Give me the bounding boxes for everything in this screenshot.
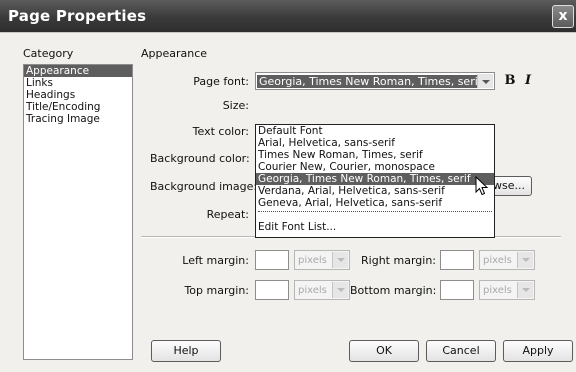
category-heading: Category bbox=[23, 47, 74, 60]
ok-button[interactable]: OK bbox=[349, 340, 419, 362]
right-margin-label: Right margin: bbox=[361, 254, 436, 267]
italic-button[interactable]: I bbox=[520, 73, 536, 89]
size-label: Size: bbox=[222, 99, 249, 112]
page-properties-dialog: Page Properties x Category Appearance Ap… bbox=[0, 0, 576, 372]
left-margin-units[interactable]: pixels bbox=[294, 250, 350, 270]
category-item-title-encoding[interactable]: Title/Encoding bbox=[24, 101, 132, 113]
top-margin-label: Top margin: bbox=[184, 284, 249, 297]
right-margin-input[interactable] bbox=[440, 250, 474, 270]
font-option[interactable]: Geneva, Arial, Helvetica, sans-serif bbox=[256, 197, 494, 209]
font-option[interactable]: Arial, Helvetica, sans-serif bbox=[256, 137, 494, 149]
left-margin-units-value: pixels bbox=[298, 255, 327, 266]
category-item-links[interactable]: Links bbox=[24, 77, 132, 89]
bottom-margin-units-value: pixels bbox=[483, 285, 512, 296]
bottom-margin-units[interactable]: pixels bbox=[479, 280, 535, 300]
bottom-margin-input[interactable] bbox=[440, 280, 474, 300]
background-image-label: Background image: bbox=[150, 180, 258, 193]
help-button[interactable]: Help bbox=[151, 340, 221, 362]
title-bar: Page Properties x bbox=[0, 0, 576, 32]
category-item-appearance[interactable]: Appearance bbox=[24, 65, 132, 77]
close-icon: x bbox=[558, 8, 568, 24]
page-font-select[interactable]: Georgia, Times New Roman, Times, serif bbox=[255, 72, 495, 90]
right-margin-units[interactable]: pixels bbox=[479, 250, 535, 270]
font-list-divider bbox=[258, 211, 492, 221]
font-dropdown-list: Default Font Arial, Helvetica, sans-seri… bbox=[255, 124, 495, 238]
mouse-pointer-icon bbox=[475, 176, 489, 196]
background-color-label: Background color: bbox=[150, 152, 250, 165]
dialog-title: Page Properties bbox=[8, 7, 147, 25]
left-margin-label: Left margin: bbox=[182, 254, 249, 267]
font-option[interactable]: Verdana, Arial, Helvetica, sans-serif bbox=[256, 185, 494, 197]
right-margin-units-value: pixels bbox=[483, 255, 512, 266]
top-margin-input[interactable] bbox=[255, 280, 289, 300]
text-color-label: Text color: bbox=[192, 125, 249, 138]
left-margin-input[interactable] bbox=[255, 250, 289, 270]
repeat-label: Repeat: bbox=[206, 208, 249, 221]
category-item-headings[interactable]: Headings bbox=[24, 89, 132, 101]
right-units-chevron-down-icon[interactable] bbox=[517, 252, 533, 268]
category-list: Appearance Links Headings Title/Encoding… bbox=[23, 64, 133, 360]
dialog-body: Category Appearance Appearance Links Hea… bbox=[0, 32, 576, 372]
appearance-heading: Appearance bbox=[141, 47, 208, 60]
font-option[interactable]: Courier New, Courier, monospace bbox=[256, 161, 494, 173]
top-units-chevron-down-icon[interactable] bbox=[332, 282, 348, 298]
font-option-highlighted[interactable]: Georgia, Times New Roman, Times, serif bbox=[256, 173, 494, 185]
chevron-down-icon[interactable] bbox=[477, 74, 493, 88]
bottom-units-chevron-down-icon[interactable] bbox=[517, 282, 533, 298]
font-option[interactable]: Times New Roman, Times, serif bbox=[256, 149, 494, 161]
category-item-tracing-image[interactable]: Tracing Image bbox=[24, 113, 132, 125]
close-button[interactable]: x bbox=[552, 5, 574, 28]
page-font-value: Georgia, Times New Roman, Times, serif bbox=[257, 75, 484, 88]
edit-font-list-option[interactable]: Edit Font List... bbox=[256, 221, 494, 233]
apply-button[interactable]: Apply bbox=[503, 340, 573, 362]
cancel-button[interactable]: Cancel bbox=[426, 340, 496, 362]
page-font-label: Page font: bbox=[193, 75, 249, 88]
left-units-chevron-down-icon[interactable] bbox=[332, 252, 348, 268]
font-option[interactable]: Default Font bbox=[256, 125, 494, 137]
top-margin-units[interactable]: pixels bbox=[294, 280, 350, 300]
top-margin-units-value: pixels bbox=[298, 285, 327, 296]
bold-button[interactable]: B bbox=[502, 73, 518, 89]
bottom-margin-label: Bottom margin: bbox=[350, 284, 437, 297]
